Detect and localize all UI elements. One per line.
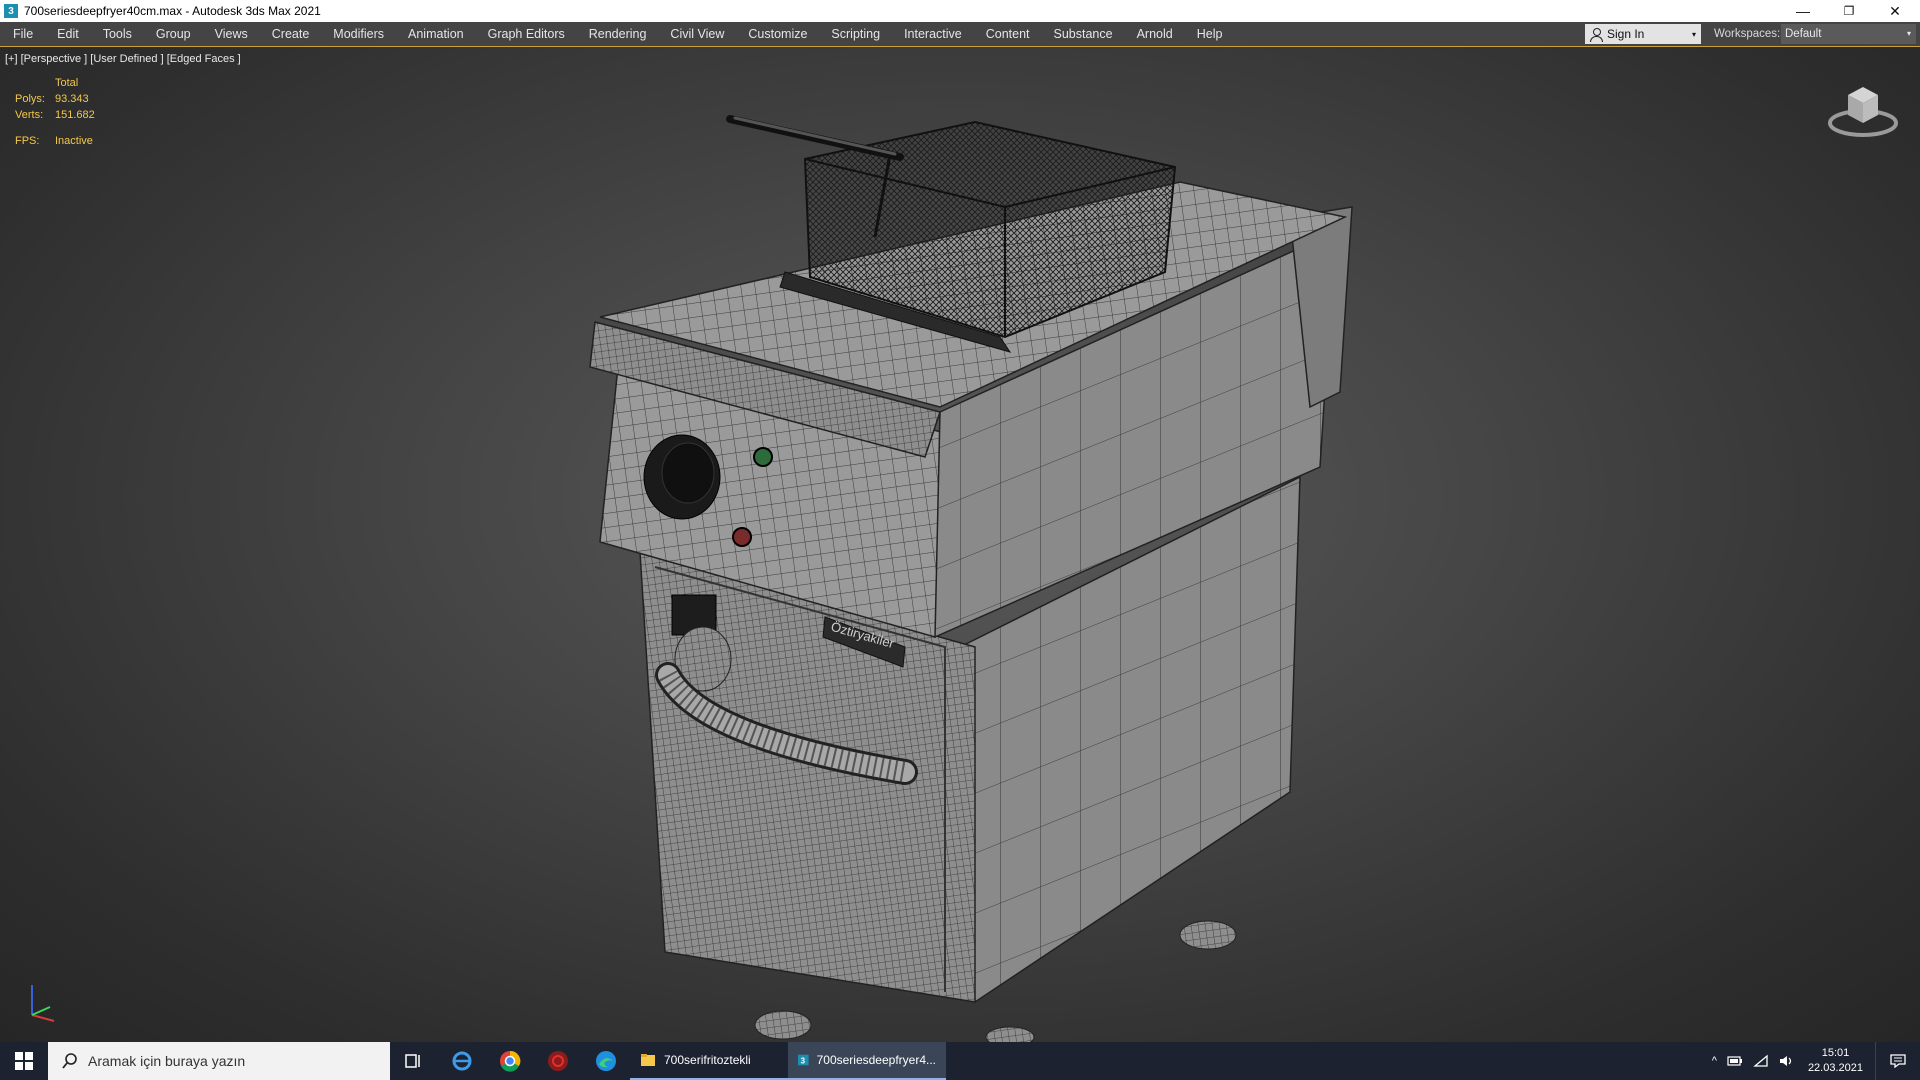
- user-icon: [1589, 27, 1603, 42]
- svg-text:3: 3: [801, 1056, 806, 1065]
- wifi-icon[interactable]: [1753, 1054, 1769, 1068]
- autodesk-app-icon: [548, 1051, 568, 1071]
- volume-icon[interactable]: [1779, 1054, 1795, 1068]
- task-view-button[interactable]: [390, 1042, 438, 1080]
- taskbar-app-explorer[interactable]: 700serifritoztekli: [630, 1042, 788, 1080]
- search-icon: [62, 1053, 77, 1069]
- menu-edit[interactable]: Edit: [45, 22, 91, 46]
- menu-help[interactable]: Help: [1185, 22, 1235, 46]
- autodesk-app-button[interactable]: [534, 1042, 582, 1080]
- menu-rendering[interactable]: Rendering: [577, 22, 659, 46]
- minimize-button[interactable]: —: [1780, 0, 1826, 22]
- axis-tripod-icon: [31, 985, 55, 1022]
- windows-taskbar: Aramak için buraya yazın 700serifritozte…: [0, 1042, 1920, 1080]
- notification-icon: [1890, 1054, 1906, 1068]
- battery-icon[interactable]: [1727, 1055, 1743, 1067]
- taskbar-app-label: 700serifritoztekli: [664, 1053, 751, 1067]
- chrome-button[interactable]: [486, 1042, 534, 1080]
- menu-group[interactable]: Group: [144, 22, 203, 46]
- perspective-viewport[interactable]: [+] [Perspective ] [User Defined ] [Edge…: [0, 47, 1920, 1042]
- clock-time: 15:01: [1821, 1047, 1850, 1059]
- internet-explorer-icon: [452, 1051, 472, 1071]
- task-view-icon: [405, 1054, 420, 1068]
- menu-graph-editors[interactable]: Graph Editors: [476, 22, 577, 46]
- internet-explorer-button[interactable]: [438, 1042, 486, 1080]
- menu-substance[interactable]: Substance: [1042, 22, 1125, 46]
- menu-animation[interactable]: Animation: [396, 22, 476, 46]
- 3dsmax-icon: 3: [798, 1054, 809, 1065]
- system-tray: ^ 15:01 22.03.2021: [1707, 1042, 1920, 1080]
- start-button[interactable]: [0, 1042, 48, 1080]
- taskbar-app-label: 700seriesdeepfryer4...: [816, 1053, 936, 1067]
- taskbar-search-box[interactable]: Aramak için buraya yazın: [48, 1042, 390, 1080]
- notification-center-button[interactable]: [1875, 1042, 1920, 1080]
- workspaces-select[interactable]: Default ▾: [1781, 24, 1916, 44]
- taskbar-app-3dsmax[interactable]: 3 700seriesdeepfryer4...: [788, 1042, 946, 1080]
- close-button[interactable]: ✕: [1872, 0, 1918, 22]
- windows-logo-icon: [15, 1052, 33, 1070]
- workspaces-value: Default: [1785, 28, 1822, 40]
- folder-icon: [641, 1054, 655, 1066]
- edge-icon: [596, 1051, 616, 1071]
- clock-date: 22.03.2021: [1807, 1062, 1863, 1074]
- chrome-icon: [500, 1050, 521, 1072]
- 3dsmax-app-icon: 3: [4, 4, 18, 18]
- menu-create[interactable]: Create: [260, 22, 322, 46]
- menu-scripting[interactable]: Scripting: [819, 22, 892, 46]
- chevron-up-icon[interactable]: ^: [1712, 1055, 1717, 1067]
- chevron-down-icon: ▾: [1691, 29, 1696, 39]
- menu-civil-view[interactable]: Civil View: [658, 22, 736, 46]
- deep-fryer-3d-model[interactable]: Öztiryakiler: [0, 47, 1920, 1042]
- menu-tools[interactable]: Tools: [91, 22, 144, 46]
- chevron-down-icon: ▾: [1906, 29, 1911, 38]
- window-title: 700seriesdeepfryer40cm.max - Autodesk 3d…: [24, 4, 321, 18]
- sign-in-label: Sign In: [1607, 27, 1645, 41]
- window-titlebar: 3 700seriesdeepfryer40cm.max - Autodesk …: [0, 0, 1920, 22]
- search-placeholder: Aramak için buraya yazın: [88, 1053, 246, 1069]
- workspaces-label: Workspaces:: [1714, 28, 1781, 40]
- restore-button[interactable]: ❐: [1826, 0, 1872, 22]
- sign-in-dropdown[interactable]: Sign In ▾: [1585, 24, 1701, 44]
- menu-modifiers[interactable]: Modifiers: [321, 22, 396, 46]
- taskbar-clock[interactable]: 15:01 22.03.2021: [1808, 1046, 1863, 1076]
- menu-interactive[interactable]: Interactive: [892, 22, 974, 46]
- menu-customize[interactable]: Customize: [736, 22, 819, 46]
- menu-file[interactable]: File: [0, 22, 45, 46]
- menu-arnold[interactable]: Arnold: [1125, 22, 1185, 46]
- menu-content[interactable]: Content: [974, 22, 1042, 46]
- edge-button[interactable]: [582, 1042, 630, 1080]
- menu-views[interactable]: Views: [203, 22, 260, 46]
